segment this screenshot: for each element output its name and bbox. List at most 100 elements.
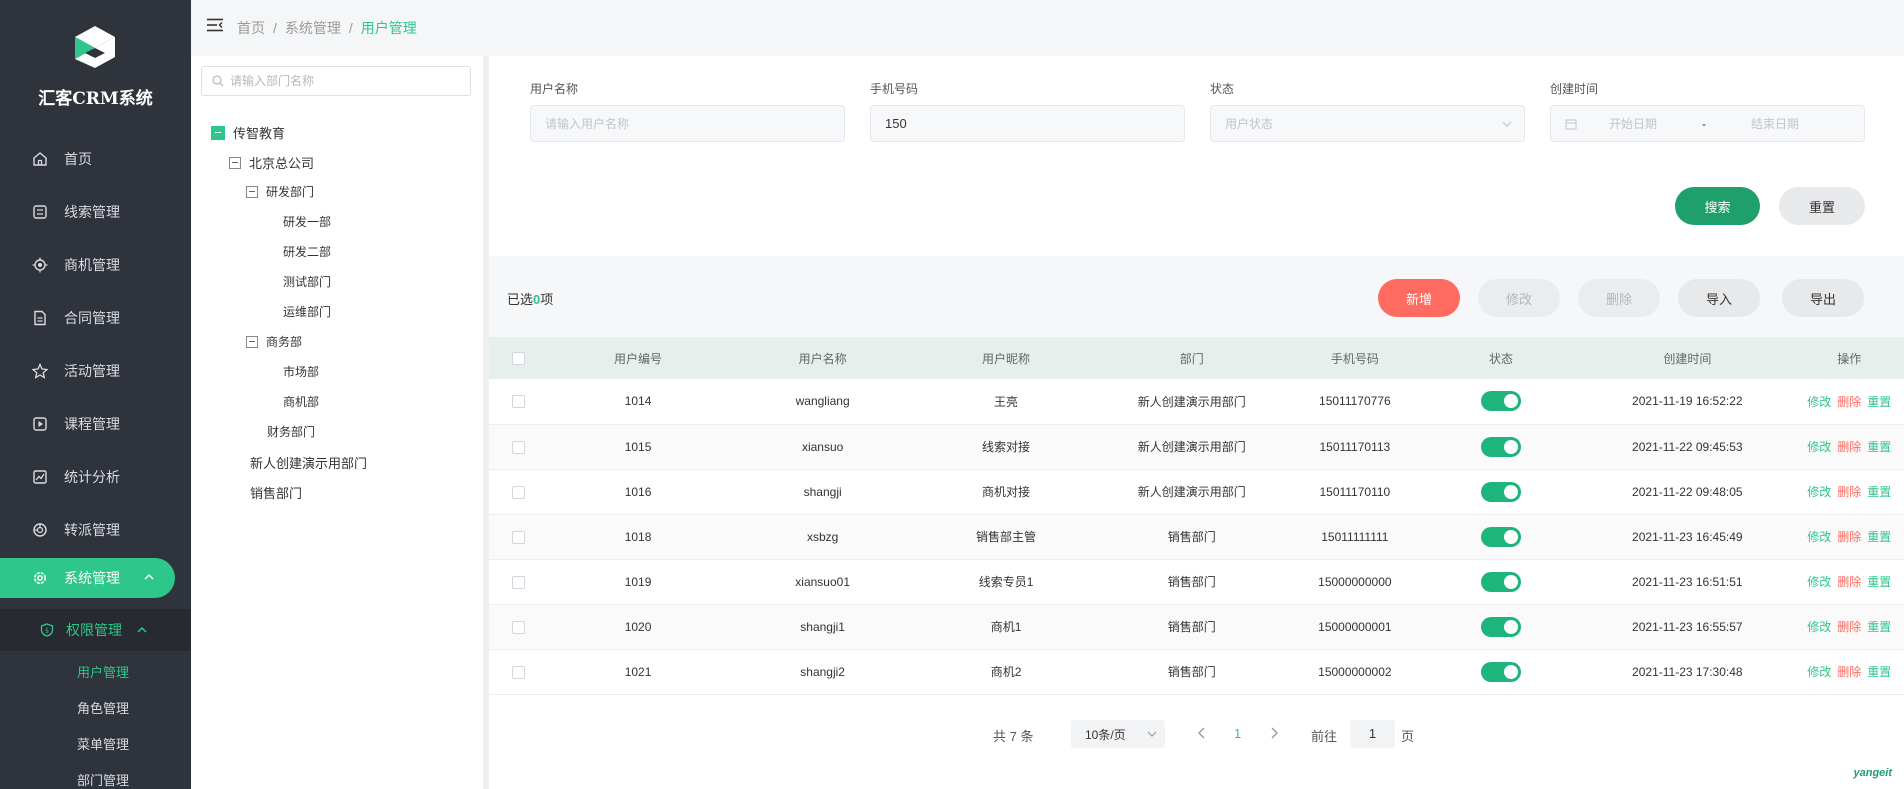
tree-node-biz[interactable]: 商务部 xyxy=(246,333,302,350)
header-dept[interactable]: 部门 xyxy=(1095,337,1288,379)
menu-fold-icon[interactable] xyxy=(207,18,223,32)
tree-node-rd[interactable]: 研发部门 xyxy=(246,183,314,200)
header-created[interactable]: 创建时间 xyxy=(1580,337,1795,379)
tree-node-rd1[interactable]: 研发一部 xyxy=(283,213,331,230)
tree-node-rd2[interactable]: 研发二部 xyxy=(283,243,331,260)
row-checkbox[interactable] xyxy=(511,530,525,544)
export-button[interactable]: 导出 xyxy=(1782,279,1864,317)
tree-node-market[interactable]: 市场部 xyxy=(283,363,319,380)
status-toggle[interactable] xyxy=(1481,436,1521,457)
row-edit-link[interactable]: 修改 xyxy=(1807,620,1831,634)
goto-page-input[interactable]: 1 xyxy=(1350,720,1395,748)
breadcrumb-section[interactable]: 系统管理 xyxy=(285,20,341,36)
cell-id: 1016 xyxy=(547,469,729,515)
add-button[interactable]: 新增 xyxy=(1378,279,1460,317)
prev-page-icon[interactable] xyxy=(1197,726,1207,740)
row-edit-link[interactable]: 修改 xyxy=(1807,440,1831,454)
search-button[interactable]: 搜索 xyxy=(1675,187,1760,225)
row-delete-link[interactable]: 删除 xyxy=(1837,530,1861,544)
sub-item-depts[interactable]: 部门管理 xyxy=(77,770,129,789)
row-delete-link[interactable]: 删除 xyxy=(1837,575,1861,589)
header-phone[interactable]: 手机号码 xyxy=(1287,337,1422,379)
row-delete-link[interactable]: 删除 xyxy=(1837,485,1861,499)
row-reset-link[interactable]: 重置 xyxy=(1867,665,1891,679)
nav-item-course[interactable]: 课程管理 xyxy=(0,404,191,444)
status-toggle[interactable] xyxy=(1481,661,1521,682)
header-status[interactable]: 状态 xyxy=(1421,337,1581,379)
row-edit-link[interactable]: 修改 xyxy=(1807,665,1831,679)
nav-item-transfer[interactable]: 转派管理 xyxy=(0,510,191,550)
tree-node-demo[interactable]: 新人创建演示用部门 xyxy=(250,453,367,472)
row-delete-link[interactable]: 删除 xyxy=(1837,620,1861,634)
row-reset-link[interactable]: 重置 xyxy=(1867,620,1891,634)
page-number-current[interactable]: 1 xyxy=(1234,726,1241,741)
row-edit-link[interactable]: 修改 xyxy=(1807,530,1831,544)
tree-node-sales[interactable]: 销售部门 xyxy=(250,483,302,502)
start-date[interactable]: 开始日期 xyxy=(1609,115,1657,132)
row-checkbox[interactable] xyxy=(511,665,525,679)
nav-item-business[interactable]: 商机管理 xyxy=(0,245,191,285)
date-range-picker[interactable]: 开始日期 - 结束日期 xyxy=(1550,105,1865,142)
header-username[interactable]: 用户名称 xyxy=(728,337,917,379)
tree-node-root[interactable]: 传智教育 xyxy=(211,123,285,142)
nav-item-activity[interactable]: 活动管理 xyxy=(0,351,191,391)
row-checkbox[interactable] xyxy=(511,575,525,589)
row-reset-link[interactable]: 重置 xyxy=(1867,485,1891,499)
user-table-area: 已选0项 新增 修改 删除 导入 导出 用户编号 用户名称 用户昵称 部门 手机… xyxy=(489,257,1904,789)
row-checkbox[interactable] xyxy=(511,485,525,499)
tree-node-test[interactable]: 测试部门 xyxy=(283,273,331,290)
nav-item-stats[interactable]: 统计分析 xyxy=(0,457,191,497)
tree-node-beijing[interactable]: 北京总公司 xyxy=(229,153,314,172)
page-size-select[interactable]: 10条/页 xyxy=(1071,720,1165,748)
row-delete-link[interactable]: 删除 xyxy=(1837,665,1861,679)
collapse-icon[interactable] xyxy=(211,125,225,140)
row-reset-link[interactable]: 重置 xyxy=(1867,575,1891,589)
next-page-icon[interactable] xyxy=(1269,726,1279,740)
status-toggle[interactable] xyxy=(1481,391,1521,412)
delete-button[interactable]: 删除 xyxy=(1578,279,1660,317)
status-toggle[interactable] xyxy=(1481,481,1521,502)
username-input[interactable]: 请输入用户名称 xyxy=(530,105,845,142)
status-select[interactable]: 用户状态 xyxy=(1210,105,1525,142)
collapse-icon[interactable] xyxy=(229,156,241,169)
end-date[interactable]: 结束日期 xyxy=(1751,115,1799,132)
nav-item-clues[interactable]: 线索管理 xyxy=(0,192,191,232)
nav-item-contract[interactable]: 合同管理 xyxy=(0,298,191,338)
reset-button[interactable]: 重置 xyxy=(1779,187,1865,225)
nav-subgroup-permissions[interactable]: $ 权限管理 xyxy=(0,609,191,651)
row-edit-link[interactable]: 修改 xyxy=(1807,575,1831,589)
row-delete-link[interactable]: 删除 xyxy=(1837,395,1861,409)
import-button[interactable]: 导入 xyxy=(1678,279,1760,317)
row-checkbox[interactable] xyxy=(511,440,525,454)
dept-search-field[interactable] xyxy=(201,66,471,96)
header-nickname[interactable]: 用户昵称 xyxy=(916,337,1096,379)
select-all-checkbox[interactable] xyxy=(511,352,525,366)
sub-item-roles[interactable]: 角色管理 xyxy=(77,698,129,717)
row-checkbox[interactable] xyxy=(511,395,525,409)
collapse-icon[interactable] xyxy=(246,185,258,198)
row-checkbox[interactable] xyxy=(511,620,525,634)
row-reset-link[interactable]: 重置 xyxy=(1867,395,1891,409)
row-reset-link[interactable]: 重置 xyxy=(1867,530,1891,544)
nav-item-system[interactable]: 系统管理 xyxy=(0,558,175,598)
breadcrumb-home[interactable]: 首页 xyxy=(237,20,265,36)
sub-item-users[interactable]: 用户管理 xyxy=(77,662,129,681)
dept-search-input[interactable] xyxy=(230,74,450,88)
row-edit-link[interactable]: 修改 xyxy=(1807,485,1831,499)
row-reset-link[interactable]: 重置 xyxy=(1867,440,1891,454)
row-delete-link[interactable]: 删除 xyxy=(1837,440,1861,454)
row-edit-link[interactable]: 修改 xyxy=(1807,395,1831,409)
collapse-icon[interactable] xyxy=(246,335,258,348)
tree-node-ops[interactable]: 运维部门 xyxy=(283,303,331,320)
tree-node-bizdept[interactable]: 商机部 xyxy=(283,393,319,410)
sub-item-menus[interactable]: 菜单管理 xyxy=(77,734,129,753)
cell-id: 1021 xyxy=(547,649,729,695)
tree-node-finance[interactable]: 财务部门 xyxy=(267,423,315,440)
status-toggle[interactable] xyxy=(1481,616,1521,637)
header-id[interactable]: 用户编号 xyxy=(547,337,729,379)
nav-item-home[interactable]: 首页 xyxy=(0,139,191,179)
edit-button[interactable]: 修改 xyxy=(1478,279,1560,317)
phone-input[interactable]: 150 xyxy=(870,105,1185,142)
status-toggle[interactable] xyxy=(1481,526,1521,547)
status-toggle[interactable] xyxy=(1481,571,1521,592)
